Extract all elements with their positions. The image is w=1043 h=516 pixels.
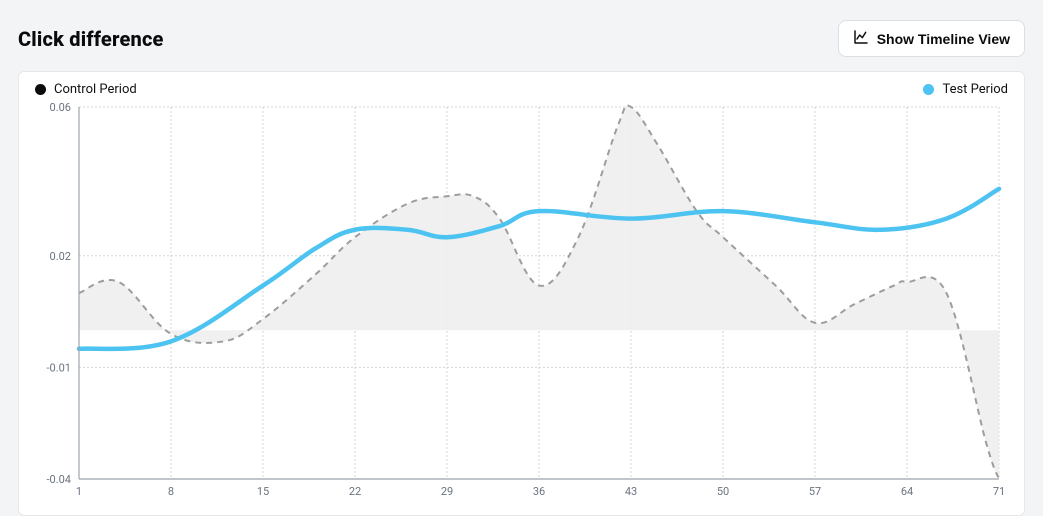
svg-text:1: 1 xyxy=(76,485,82,498)
legend-dot-icon xyxy=(923,84,934,95)
svg-text:57: 57 xyxy=(809,485,821,498)
legend-control-label: Control Period xyxy=(54,82,137,97)
legend-test-label: Test Period xyxy=(942,82,1008,97)
legend-test-period[interactable]: Test Period xyxy=(923,82,1008,97)
svg-text:-0.01: -0.01 xyxy=(47,361,72,374)
show-timeline-view-button[interactable]: Show Timeline View xyxy=(838,20,1025,57)
svg-text:0.06: 0.06 xyxy=(50,101,71,114)
svg-text:36: 36 xyxy=(533,485,545,498)
svg-text:71: 71 xyxy=(993,485,1005,498)
svg-text:15: 15 xyxy=(257,485,269,498)
svg-text:64: 64 xyxy=(901,485,913,498)
svg-text:43: 43 xyxy=(625,485,637,498)
line-chart-icon xyxy=(853,29,869,48)
page-title: Click difference xyxy=(18,27,164,51)
legend-dot-icon xyxy=(35,84,46,95)
svg-text:0.02: 0.02 xyxy=(50,250,71,263)
svg-text:22: 22 xyxy=(349,485,361,498)
legend-control-period[interactable]: Control Period xyxy=(35,82,137,97)
svg-text:8: 8 xyxy=(168,485,174,498)
chart-plot-area: -0.04 -0.01 0.02 0.06 1 8 15 22 29 36 43 50 57 64 71 xyxy=(33,101,1007,501)
svg-text:50: 50 xyxy=(717,485,729,498)
svg-text:29: 29 xyxy=(441,485,453,498)
svg-text:-0.04: -0.04 xyxy=(47,473,72,486)
chart-legend: Control Period Test Period xyxy=(33,82,1010,97)
chart-card: Control Period Test Period -0.04 -0.01 0.0… xyxy=(18,71,1025,516)
show-timeline-view-label: Show Timeline View xyxy=(877,31,1010,47)
